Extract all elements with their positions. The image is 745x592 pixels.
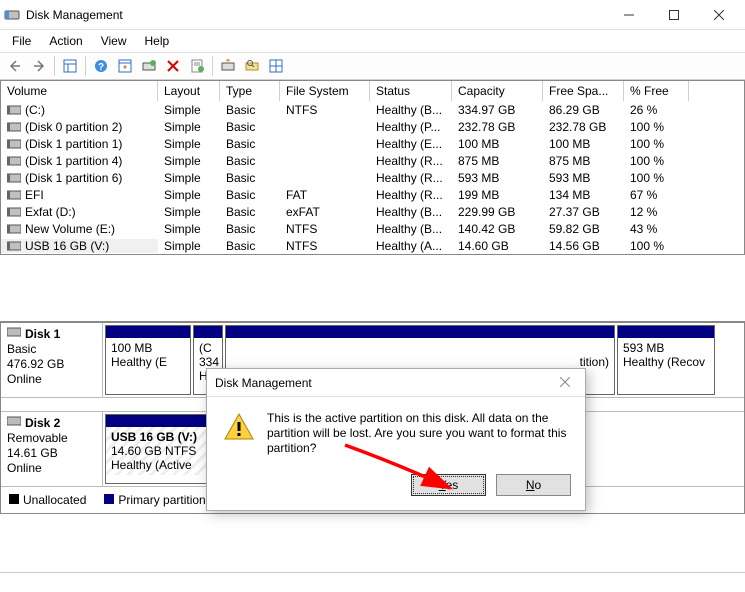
close-button[interactable] (696, 0, 741, 30)
dialog-message: This is the active partition on this dis… (267, 411, 569, 456)
warning-icon (223, 411, 255, 443)
disk-2-size: 14.61 GB (7, 446, 96, 460)
volume-rows: (C:)SimpleBasicNTFSHealthy (B...334.97 G… (1, 101, 744, 254)
toolbar: ? (0, 52, 745, 80)
disk-icon (7, 326, 21, 341)
col-fs[interactable]: File System (280, 81, 370, 101)
col-capacity[interactable]: Capacity (452, 81, 543, 101)
swatch-unallocated (9, 494, 19, 504)
volume-row[interactable]: (Disk 1 partition 6)SimpleBasicHealthy (… (1, 169, 744, 186)
partition[interactable]: 100 MBHealthy (E (105, 325, 191, 395)
app-icon (4, 7, 20, 23)
dialog-close-button[interactable] (553, 376, 577, 390)
volume-icon (7, 105, 21, 115)
minimize-button[interactable] (606, 0, 651, 30)
maximize-button[interactable] (651, 0, 696, 30)
list-header: Volume Layout Type File System Status Ca… (1, 81, 744, 101)
disk-1-status: Online (7, 372, 96, 386)
titlebar: Disk Management (0, 0, 745, 30)
confirm-dialog: Disk Management This is the active parti… (206, 368, 586, 511)
legend-primary: Primary partition (118, 493, 205, 507)
properties-icon[interactable] (186, 55, 208, 77)
svg-text:?: ? (98, 62, 104, 73)
disk-2-status: Online (7, 461, 96, 475)
volume-icon (7, 122, 21, 132)
volume-row[interactable]: (C:)SimpleBasicNTFSHealthy (B...334.97 G… (1, 101, 744, 118)
volume-row[interactable]: (Disk 1 partition 1)SimpleBasicHealthy (… (1, 135, 744, 152)
disk-2-name: Disk 2 (25, 416, 60, 430)
menubar: File Action View Help (0, 30, 745, 52)
col-volume[interactable]: Volume (1, 81, 158, 101)
col-layout[interactable]: Layout (158, 81, 220, 101)
menu-file[interactable]: File (4, 32, 39, 50)
window-title: Disk Management (26, 8, 606, 22)
disk-1-size: 476.92 GB (7, 357, 96, 371)
menu-view[interactable]: View (93, 32, 135, 50)
disk-icon (7, 415, 21, 430)
legend-unallocated: Unallocated (23, 493, 86, 507)
swatch-primary (104, 494, 114, 504)
volume-icon (7, 173, 21, 183)
col-type[interactable]: Type (220, 81, 280, 101)
view-split-icon[interactable] (59, 55, 81, 77)
volume-row[interactable]: Exfat (D:)SimpleBasicexFATHealthy (B...2… (1, 203, 744, 220)
volume-icon (7, 156, 21, 166)
action1-icon[interactable] (217, 55, 239, 77)
disk-2-label[interactable]: Disk 2 Removable 14.61 GB Online (1, 412, 103, 486)
create-vhd-icon[interactable] (138, 55, 160, 77)
statusbar (0, 572, 745, 592)
delete-icon[interactable] (162, 55, 184, 77)
action2-icon[interactable] (241, 55, 263, 77)
settings-icon[interactable] (114, 55, 136, 77)
volume-row[interactable]: (Disk 0 partition 2)SimpleBasicHealthy (… (1, 118, 744, 135)
volume-icon (7, 190, 21, 200)
volume-icon (7, 224, 21, 234)
action3-icon[interactable] (265, 55, 287, 77)
disk-1-name: Disk 1 (25, 327, 60, 341)
volume-row[interactable]: USB 16 GB (V:)SimpleBasicNTFSHealthy (A.… (1, 237, 744, 254)
volume-icon (7, 241, 21, 251)
disk-1-label[interactable]: Disk 1 Basic 476.92 GB Online (1, 323, 103, 397)
disk-1-type: Basic (7, 342, 96, 356)
col-free[interactable]: Free Spa... (543, 81, 624, 101)
volume-list: Volume Layout Type File System Status Ca… (0, 80, 745, 255)
menu-help[interactable]: Help (137, 32, 178, 50)
col-percent[interactable]: % Free (624, 81, 689, 101)
no-button[interactable]: No (496, 474, 571, 496)
partition-selected[interactable]: USB 16 GB (V:)14.60 GB NTFSHealthy (Acti… (105, 414, 215, 484)
col-status[interactable]: Status (370, 81, 452, 101)
volume-row[interactable]: New Volume (E:)SimpleBasicNTFSHealthy (B… (1, 220, 744, 237)
volume-icon (7, 139, 21, 149)
help-icon[interactable]: ? (90, 55, 112, 77)
forward-button[interactable] (28, 55, 50, 77)
volume-row[interactable]: (Disk 1 partition 4)SimpleBasicHealthy (… (1, 152, 744, 169)
menu-action[interactable]: Action (41, 32, 90, 50)
partition[interactable]: 593 MBHealthy (Recov (617, 325, 715, 395)
dialog-title: Disk Management (215, 376, 553, 390)
yes-button[interactable]: Yes (411, 474, 486, 496)
volume-icon (7, 207, 21, 217)
disk-2-type: Removable (7, 431, 96, 445)
volume-row[interactable]: EFISimpleBasicFATHealthy (R...199 MB134 … (1, 186, 744, 203)
back-button[interactable] (4, 55, 26, 77)
